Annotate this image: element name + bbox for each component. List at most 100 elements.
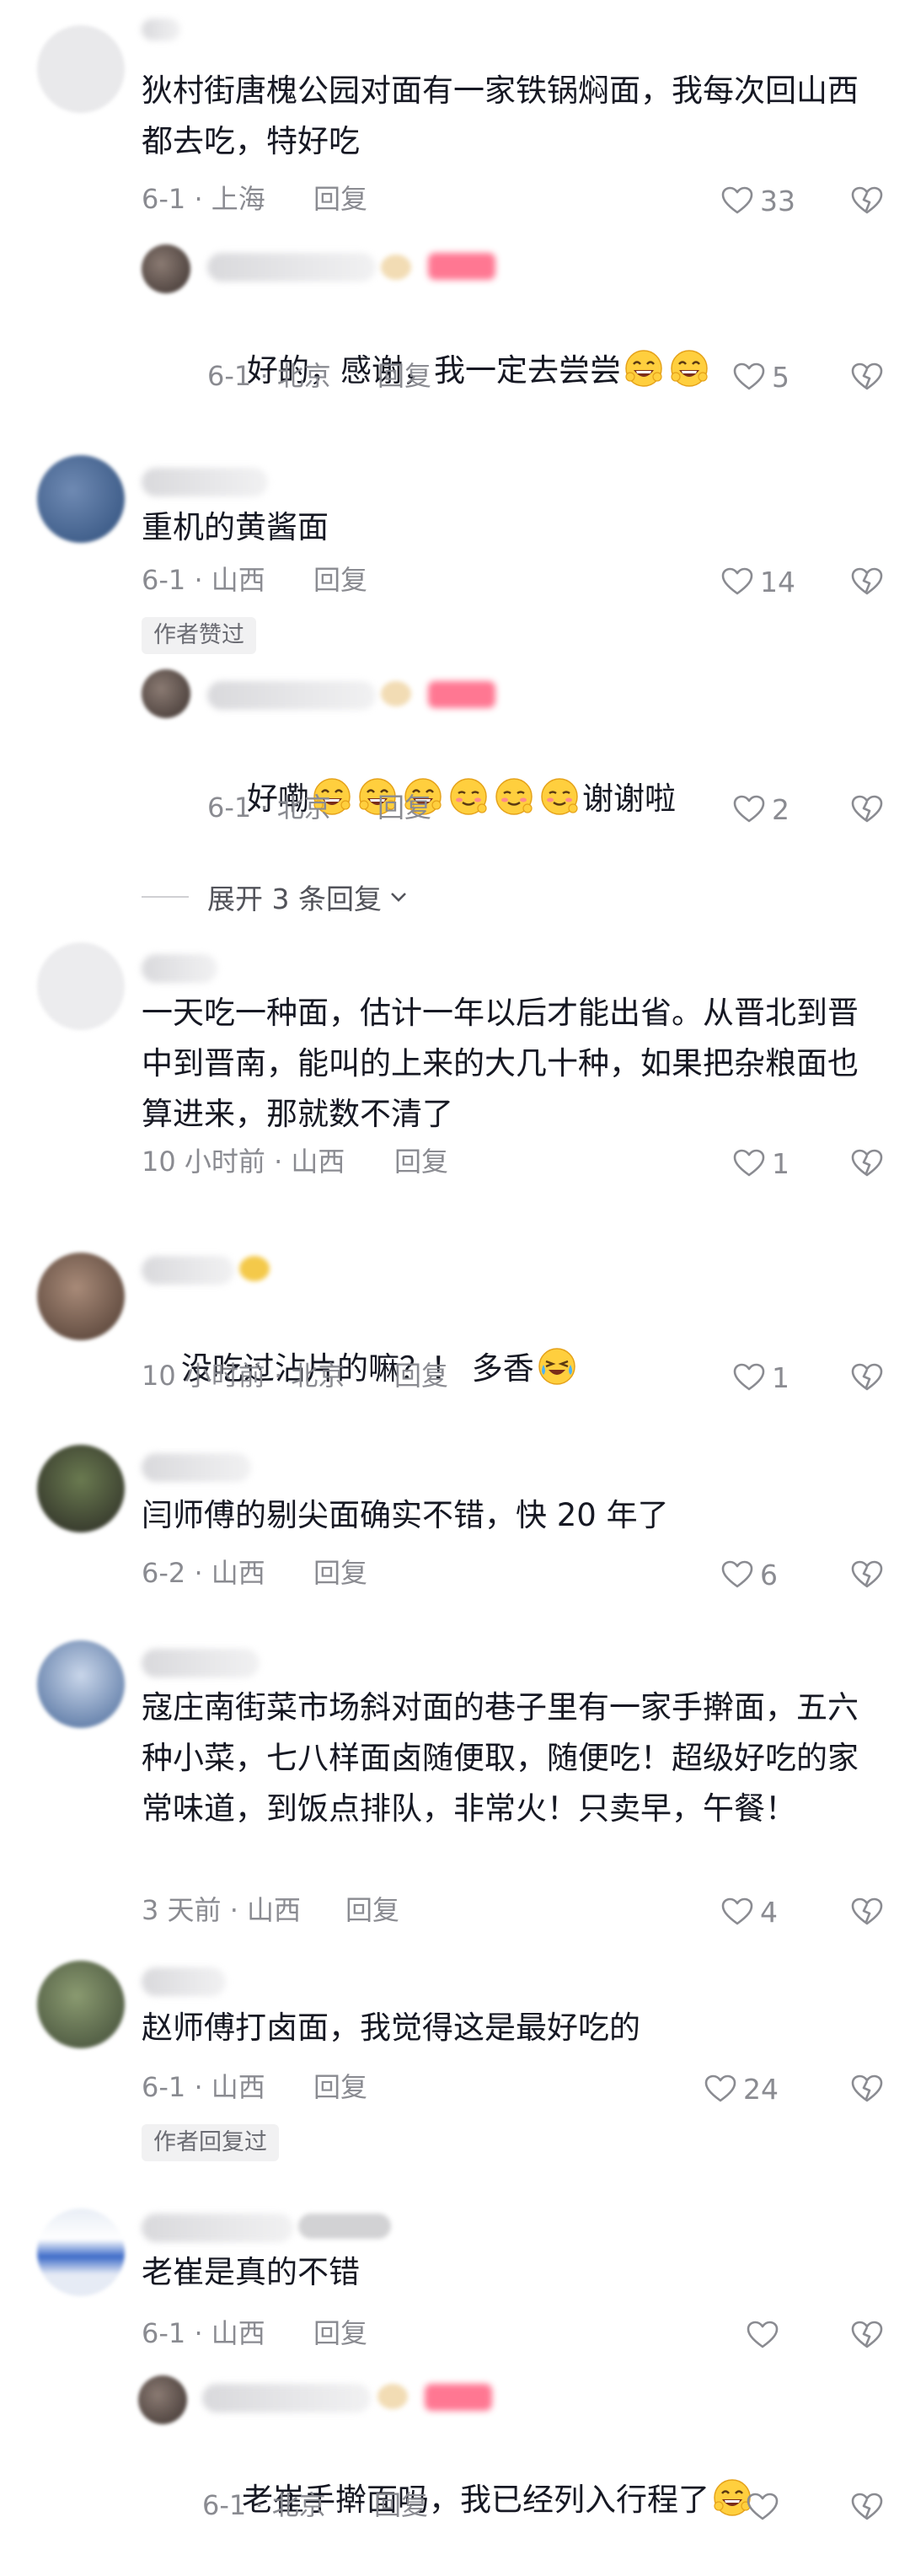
reply-button[interactable]: 回复 [394, 1359, 448, 1393]
broken-heart-icon[interactable] [851, 1560, 883, 1589]
like-count: 33 [760, 184, 795, 217]
heart-outline-icon [733, 362, 765, 391]
reply-avatar[interactable] [142, 669, 190, 718]
broken-heart-icon[interactable] [851, 186, 883, 215]
like-button[interactable]: 1 [733, 1360, 790, 1394]
reply-nickname-blurred[interactable] [202, 2384, 371, 2412]
nickname-blurred[interactable] [142, 468, 268, 496]
nickname-blurred[interactable] [142, 19, 180, 40]
heart-outline-icon [721, 1897, 753, 1926]
reply-text-suffix: 谢谢啦 [582, 781, 677, 817]
expand-replies-label: 展开 3 条回复 [207, 883, 382, 915]
expand-replies-button[interactable]: 展开 3 条回复 [142, 877, 410, 917]
like-count: 24 [743, 2072, 779, 2106]
author-liked-badge: 作者赞过 [142, 617, 256, 654]
heart-outline-icon [733, 1149, 765, 1178]
author-tag-blurred [428, 681, 495, 708]
like-button[interactable]: 24 [704, 2072, 779, 2106]
nickname-blurred[interactable] [142, 954, 217, 983]
like-count: 4 [760, 1895, 778, 1929]
author-replied-badge: 作者回复过 [142, 2124, 279, 2161]
nickname-emoji-blurred [381, 255, 411, 280]
avatar[interactable] [37, 1445, 125, 1532]
broken-heart-icon[interactable] [851, 1149, 883, 1178]
avatar[interactable] [37, 1253, 125, 1340]
nickname-blurred[interactable] [142, 1453, 251, 1482]
heart-outline-icon [704, 2074, 736, 2103]
nickname-emoji-blurred [298, 2214, 391, 2239]
like-button[interactable]: 33 [721, 184, 795, 217]
avatar[interactable] [37, 2208, 125, 2296]
avatar[interactable] [37, 1640, 125, 1728]
avatar[interactable] [37, 942, 125, 1030]
broken-heart-icon[interactable] [851, 2493, 883, 2521]
comment-text: 赵师傅打卤面，我觉得这是最好吃的 [142, 2010, 640, 2046]
reply-nickname-blurred[interactable] [207, 681, 376, 710]
comment-text: 重机的黄酱面 [142, 509, 329, 545]
author-tag-blurred [428, 253, 495, 280]
nickname-blurred[interactable] [142, 1649, 260, 1677]
avatar[interactable] [37, 1961, 125, 2048]
heart-outline-icon [721, 567, 753, 596]
reply-meta: 6-1 · 北京 [207, 360, 331, 392]
like-count: 5 [772, 360, 790, 394]
nickname-blurred[interactable] [142, 2214, 293, 2242]
chevron-down-icon [391, 893, 406, 902]
like-count: 1 [772, 1146, 790, 1180]
reply-meta: 6-1 · 北京 [207, 792, 331, 824]
reply-button[interactable]: 回复 [377, 791, 431, 824]
like-button[interactable]: 4 [721, 1895, 778, 1929]
broken-heart-icon[interactable] [851, 1897, 883, 1926]
nickname-emoji-blurred [381, 681, 411, 706]
broken-heart-icon[interactable] [851, 362, 883, 391]
comment-text: 寇庄南街菜市场斜对面的巷子里有一家手擀面，五六种小菜，七八样面卤随便取，随便吃！… [142, 1689, 859, 1827]
heart-outline-icon [747, 2493, 779, 2521]
comment-meta: 6-1 · 上海 [142, 183, 265, 215]
comment-meta: 10 小时前 · 山西 [142, 1146, 345, 1178]
comment-meta: 6-1 · 山西 [142, 2317, 265, 2349]
reply-avatar[interactable] [138, 2375, 187, 2424]
like-button[interactable]: 6 [721, 1558, 778, 1591]
like-count: 2 [772, 792, 790, 826]
reply-button[interactable]: 回复 [345, 1893, 399, 1927]
like-count: 1 [772, 1360, 790, 1394]
reply-avatar[interactable] [142, 244, 190, 293]
reply-nickname-blurred[interactable] [207, 253, 376, 282]
reply-button[interactable]: 回复 [374, 2488, 428, 2522]
broken-heart-icon[interactable] [851, 1363, 883, 1392]
like-button[interactable] [747, 2490, 785, 2524]
reply-meta: 6-1 · 北京 [202, 2489, 326, 2521]
like-count: 6 [760, 1558, 778, 1591]
reply-button[interactable]: 回复 [313, 182, 367, 216]
avatar[interactable] [37, 25, 125, 113]
like-button[interactable] [747, 2318, 785, 2352]
blush-emoji [448, 776, 489, 817]
reply-button[interactable]: 回复 [377, 359, 431, 393]
avatar[interactable] [37, 455, 125, 543]
comment-text: 一天吃一种面，估计一年以后才能出省。从晋北到晋中到晋南，能叫的上来的大几十种，如… [142, 995, 859, 1132]
comment-meta: 6-2 · 山西 [142, 1557, 265, 1589]
reply-button[interactable]: 回复 [313, 563, 367, 597]
reply-button[interactable]: 回复 [394, 1145, 448, 1178]
reply-button[interactable]: 回复 [313, 2070, 367, 2104]
like-button[interactable]: 14 [721, 565, 795, 598]
comment-meta: 6-1 · 山西 [142, 2071, 265, 2103]
broken-heart-icon[interactable] [851, 567, 883, 596]
like-button[interactable]: 5 [733, 360, 790, 394]
comment-meta: 6-1 · 山西 [142, 564, 265, 596]
broken-heart-icon[interactable] [851, 2321, 883, 2349]
heart-outline-icon [733, 795, 765, 824]
heart-outline-icon [733, 1363, 765, 1392]
comment-text: 老崔是真的不错 [142, 2254, 360, 2290]
broken-heart-icon[interactable] [851, 2074, 883, 2103]
nickname-blurred[interactable] [142, 1256, 234, 1285]
like-button[interactable]: 1 [733, 1146, 790, 1180]
nickname-blurred[interactable] [142, 1967, 226, 1996]
like-button[interactable]: 2 [733, 792, 790, 826]
blush-emoji [539, 776, 580, 817]
nickname-emoji-blurred [377, 2384, 408, 2409]
comment-meta: 3 天前 · 山西 [142, 1894, 302, 1926]
broken-heart-icon[interactable] [851, 795, 883, 824]
reply-button[interactable]: 回复 [313, 2316, 367, 2350]
reply-button[interactable]: 回复 [313, 1556, 367, 1590]
